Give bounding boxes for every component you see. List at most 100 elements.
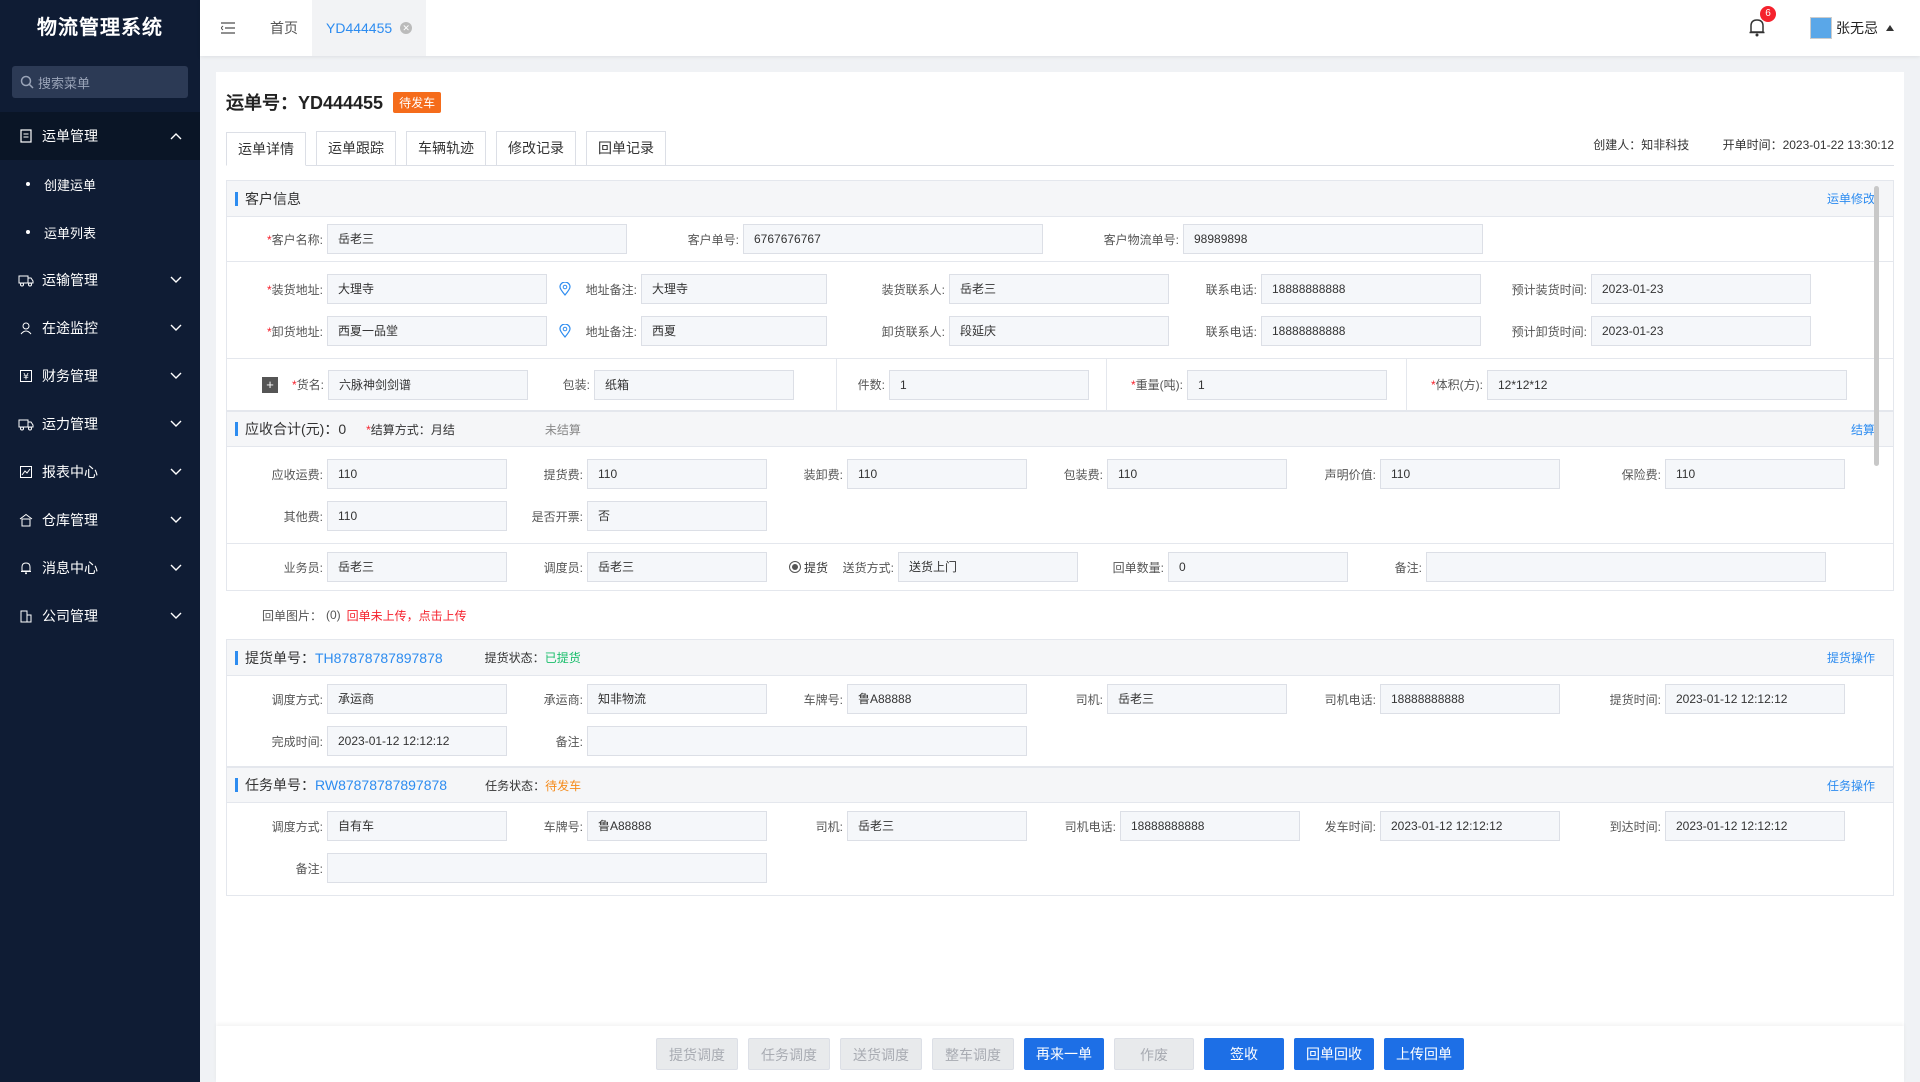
logistics-no-field[interactable]: 98989898: [1183, 224, 1483, 254]
full-truck-dispatch-button[interactable]: 整车调度: [932, 1038, 1014, 1070]
sidebar-item-capacity[interactable]: 运力管理: [0, 400, 200, 448]
receipt-recycle-button[interactable]: 回单回收: [1294, 1038, 1374, 1070]
sidebar-item-finance[interactable]: ¥ 财务管理: [0, 352, 200, 400]
tab-receipt-log[interactable]: 回单记录: [586, 131, 666, 165]
receipt-qty-field[interactable]: 0: [1168, 552, 1349, 582]
caret-up-icon[interactable]: [1886, 25, 1894, 31]
sidebar-subitem-list[interactable]: 运单列表: [0, 208, 200, 256]
receipt-upload-link[interactable]: 回单未上传，点击上传: [347, 607, 467, 624]
task-plate-field[interactable]: 鲁A88888: [587, 811, 767, 841]
notification-button[interactable]: 6: [1746, 6, 1776, 40]
pickup-driver-field[interactable]: 岳老三: [1107, 684, 1287, 714]
declared-field[interactable]: 110: [1380, 459, 1560, 489]
task-action-link[interactable]: 任务操作: [1827, 777, 1875, 794]
settle-link[interactable]: 结算: [1851, 421, 1875, 438]
pickup-head: 提货单号：: [245, 649, 315, 666]
delivery-dispatch-button[interactable]: 送货调度: [840, 1038, 922, 1070]
sidebar-item-monitor[interactable]: 在途监控: [0, 304, 200, 352]
unload-phone-field[interactable]: 18888888888: [1261, 316, 1481, 346]
count-field[interactable]: 1: [889, 369, 1089, 400]
pickup-mode-field[interactable]: 承运商: [327, 684, 507, 714]
other-fee-field[interactable]: 110: [327, 501, 507, 531]
task-driver-phone-field[interactable]: 18888888888: [1120, 811, 1300, 841]
tab-waybill-detail[interactable]: 运单详情: [226, 132, 306, 166]
sidebar-item-company[interactable]: 公司管理: [0, 592, 200, 640]
location-pin-icon[interactable]: [559, 324, 571, 338]
sidebar-item-messages[interactable]: 消息中心: [0, 544, 200, 592]
task-number[interactable]: RW87878787897878: [315, 777, 447, 793]
pack-fee-field[interactable]: 110: [1107, 459, 1287, 489]
task-dispatch-button[interactable]: 任务调度: [748, 1038, 830, 1070]
unload-time-field[interactable]: 2023-01-23: [1591, 316, 1811, 346]
location-pin-icon[interactable]: [559, 282, 571, 296]
load-contact-field[interactable]: 岳老三: [949, 274, 1169, 304]
sidebar-item-reports[interactable]: 报表中心: [0, 448, 200, 496]
unload-addr-note-field[interactable]: 西夏: [641, 316, 827, 346]
avatar[interactable]: [1810, 17, 1832, 39]
pickup-driver-phone-field[interactable]: 18888888888: [1380, 684, 1560, 714]
load-phone-field[interactable]: 18888888888: [1261, 274, 1481, 304]
monitor-icon: [18, 320, 34, 336]
load-time-label: 预计装货时间:: [1511, 282, 1587, 297]
void-button[interactable]: 作废: [1114, 1038, 1194, 1070]
task-driver-field[interactable]: 岳老三: [847, 811, 1027, 841]
pickup-fee-field[interactable]: 110: [587, 459, 767, 489]
chevron-down-icon: [170, 612, 182, 619]
chevron-down-icon: [170, 468, 182, 475]
insurance-field[interactable]: 110: [1665, 459, 1845, 489]
arrive-time-field[interactable]: 2023-01-12 12:12:12: [1665, 811, 1845, 841]
tab-vehicle-track[interactable]: 车辆轨迹: [406, 131, 486, 165]
user-name[interactable]: 张无忌: [1836, 18, 1878, 38]
load-addr-note-field[interactable]: 大理寺: [641, 274, 827, 304]
unload-contact-field[interactable]: 段延庆: [949, 316, 1169, 346]
tab-home[interactable]: 首页: [256, 0, 312, 56]
freight-label: 应收运费:: [271, 467, 323, 482]
declared-label: 声明价值:: [1324, 467, 1376, 482]
close-icon[interactable]: ✕: [400, 22, 413, 34]
tab-waybill[interactable]: YD444455 ✕: [312, 0, 427, 56]
load-time-field[interactable]: 2023-01-23: [1591, 274, 1811, 304]
pickup-remark-field[interactable]: [587, 726, 1027, 756]
task-remark-field[interactable]: [327, 853, 767, 883]
sign-button[interactable]: 签收: [1204, 1038, 1284, 1070]
delivery-field[interactable]: 送货上门: [898, 552, 1079, 582]
tab-modify-log[interactable]: 修改记录: [496, 131, 576, 165]
sidebar-subitem-create[interactable]: 创建运单: [0, 160, 200, 208]
sales-field[interactable]: 岳老三: [327, 552, 507, 582]
pickup-radio[interactable]: 提货: [789, 559, 828, 576]
customer-order-field[interactable]: 6767676767: [743, 224, 1043, 254]
done-time-field[interactable]: 2023-01-12 12:12:12: [327, 726, 507, 756]
customer-name-field[interactable]: 岳老三: [327, 224, 627, 254]
pickup-time-field[interactable]: 2023-01-12 12:12:12: [1665, 684, 1845, 714]
menu-search-input[interactable]: 搜索菜单: [12, 66, 188, 98]
handling-field[interactable]: 110: [847, 459, 1027, 489]
sidebar-item-warehouse[interactable]: 仓库管理: [0, 496, 200, 544]
add-goods-button[interactable]: +: [262, 376, 278, 393]
truck-icon: [18, 272, 34, 288]
sidebar-item-transport[interactable]: 运输管理: [0, 256, 200, 304]
pack-field[interactable]: 纸箱: [594, 369, 794, 400]
tab-waybill-tracking[interactable]: 运单跟踪: [316, 131, 396, 165]
depart-time-field[interactable]: 2023-01-12 12:12:12: [1380, 811, 1560, 841]
upload-receipt-button[interactable]: 上传回单: [1384, 1038, 1464, 1070]
pickup-action-link[interactable]: 提货操作: [1827, 649, 1875, 666]
task-mode-field[interactable]: 自有车: [327, 811, 507, 841]
sidebar-item-waybill[interactable]: 运单管理: [0, 112, 200, 160]
load-address-field[interactable]: 大理寺: [327, 274, 547, 304]
edit-waybill-link[interactable]: 运单修改: [1827, 190, 1875, 207]
unload-address-field[interactable]: 西夏一品堂: [327, 316, 547, 346]
volume-field[interactable]: 12*12*12: [1487, 369, 1847, 400]
remark-field[interactable]: [1426, 552, 1827, 582]
dispatcher-field[interactable]: 岳老三: [587, 552, 767, 582]
menu-toggle-button[interactable]: [200, 0, 256, 56]
pickup-dispatch-button[interactable]: 提货调度: [656, 1038, 738, 1070]
reorder-button[interactable]: 再来一单: [1024, 1038, 1104, 1070]
pickup-plate-field[interactable]: 鲁A88888: [847, 684, 1027, 714]
goods-field[interactable]: 六脉神剑剑谱: [328, 369, 528, 400]
invoice-field[interactable]: 否: [587, 501, 767, 531]
freight-field[interactable]: 110: [327, 459, 507, 489]
pickup-number[interactable]: TH87878787897878: [315, 650, 443, 666]
carrier-field[interactable]: 知非物流: [587, 684, 767, 714]
scrollbar-thumb[interactable]: [1874, 186, 1879, 466]
weight-field[interactable]: 1: [1187, 369, 1387, 400]
